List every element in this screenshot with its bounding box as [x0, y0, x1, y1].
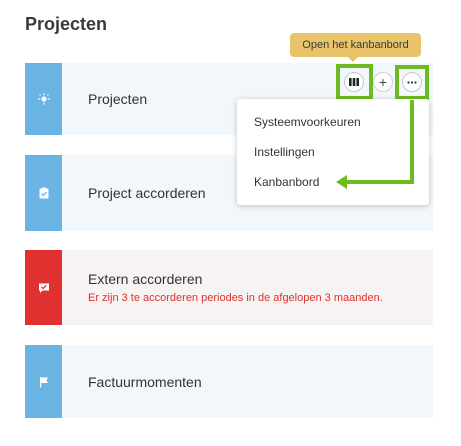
- chat-check-icon: [38, 283, 49, 293]
- card-subtext: Er zijn 3 te accorderen periodes in de a…: [88, 292, 383, 304]
- card-extern-accorderen[interactable]: Extern accorderen Er zijn 3 te accordere…: [25, 250, 433, 325]
- kanban-icon: [349, 78, 359, 86]
- card-label: Factuurmomenten: [88, 374, 202, 390]
- add-button[interactable]: +: [373, 72, 393, 92]
- more-button[interactable]: [402, 72, 422, 92]
- card-strip: [25, 63, 62, 135]
- kanban-button[interactable]: [344, 72, 364, 92]
- page-title: Projecten: [25, 14, 108, 34]
- kanban-tooltip: Open het kanbanbord: [290, 33, 421, 57]
- clipboard-check-icon: [39, 187, 48, 199]
- flag-icon: [39, 376, 48, 387]
- card-factuurmomenten[interactable]: Factuurmomenten: [25, 345, 433, 418]
- card-label: Project accorderen: [88, 185, 206, 201]
- menu-item-systeemvoorkeuren[interactable]: Systeemvoorkeuren: [254, 115, 361, 129]
- more-menu: Systeemvoorkeuren Instellingen Kanbanbor…: [237, 99, 429, 205]
- menu-item-kanbanbord[interactable]: Kanbanbord: [254, 175, 319, 189]
- card-strip: [25, 250, 62, 325]
- lightbulb-icon: [37, 93, 50, 105]
- card-label: Projecten: [88, 91, 148, 107]
- menu-item-instellingen[interactable]: Instellingen: [254, 145, 315, 159]
- card-strip: [25, 155, 62, 231]
- tooltip-arrow: [348, 57, 358, 62]
- more-dots-icon: [407, 80, 417, 84]
- card-label: Extern accorderen: [88, 271, 203, 287]
- card-strip: [25, 345, 62, 418]
